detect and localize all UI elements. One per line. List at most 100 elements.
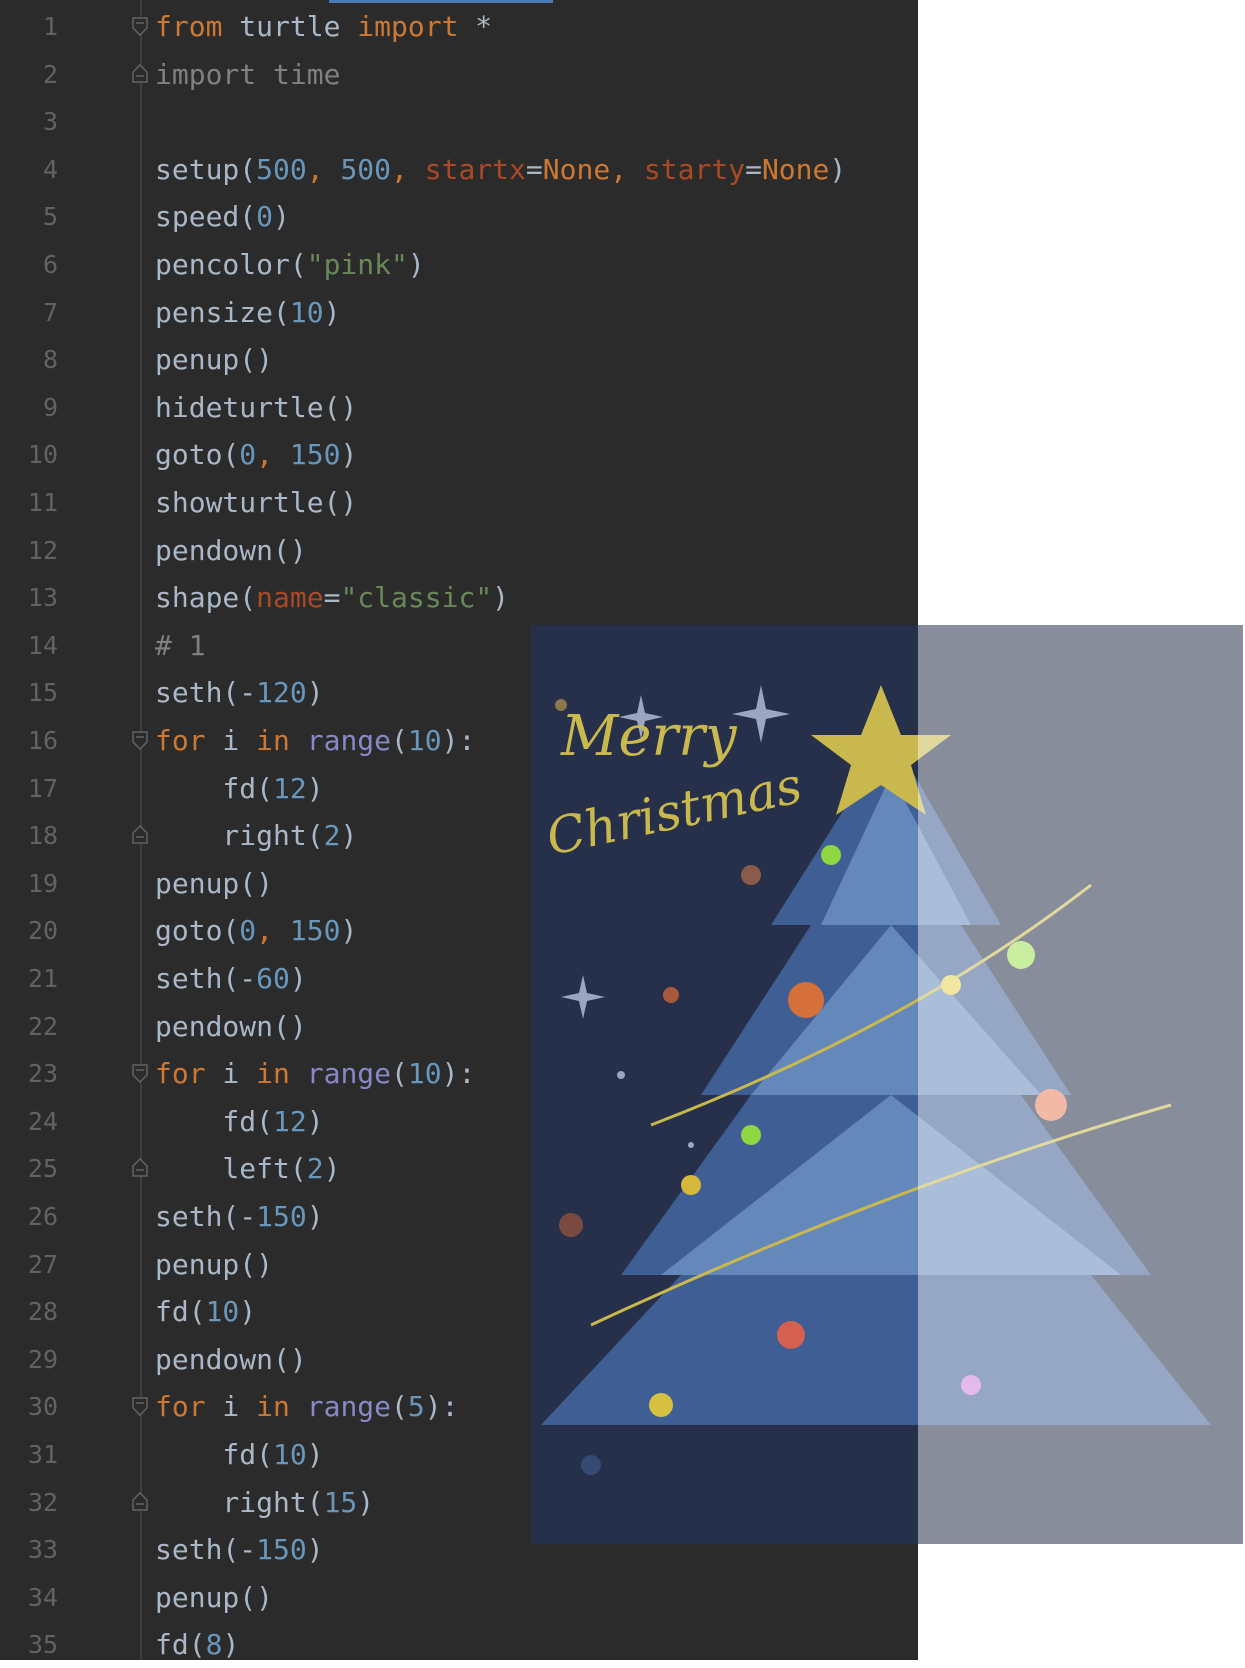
line-number[interactable]: 2: [0, 51, 58, 98]
line-number[interactable]: 11: [0, 479, 58, 526]
code-token: ): [323, 295, 341, 329]
code-text[interactable]: import time: [155, 51, 340, 98]
line-number[interactable]: 33: [0, 1526, 58, 1573]
code-text[interactable]: showturtle(): [155, 479, 357, 526]
code-text[interactable]: fd(12): [155, 765, 323, 812]
code-text[interactable]: fd(8): [155, 1621, 239, 1668]
code-text[interactable]: pensize(10): [155, 289, 340, 336]
line-number[interactable]: 29: [0, 1336, 58, 1383]
code-line[interactable]: 13 shape(name="classic"): [0, 574, 918, 621]
line-number[interactable]: 27: [0, 1241, 58, 1288]
code-text[interactable]: penup(): [155, 336, 273, 383]
line-number[interactable]: 25: [0, 1145, 58, 1192]
line-number[interactable]: 21: [0, 955, 58, 1002]
line-number[interactable]: 1: [0, 3, 58, 50]
code-text[interactable]: seth(-120): [155, 669, 324, 716]
code-text[interactable]: seth(-150): [155, 1526, 324, 1573]
code-text[interactable]: right(15): [155, 1479, 374, 1526]
code-line[interactable]: 34 penup(): [0, 1574, 918, 1621]
code-line[interactable]: 10 goto(0, 150): [0, 431, 918, 478]
line-number[interactable]: 13: [0, 574, 58, 621]
fold-collapse-icon[interactable]: [131, 16, 149, 36]
fold-end-icon[interactable]: [131, 1491, 149, 1512]
code-line[interactable]: 9 hideturtle(): [0, 384, 918, 431]
line-number[interactable]: 34: [0, 1574, 58, 1621]
line-number[interactable]: 6: [0, 241, 58, 288]
line-number[interactable]: 10: [0, 431, 58, 478]
code-text[interactable]: from turtle import *: [155, 3, 492, 50]
code-token: left(: [155, 1152, 307, 1186]
code-text[interactable]: left(2): [155, 1145, 340, 1192]
code-text[interactable]: speed(0): [155, 193, 290, 240]
code-text[interactable]: pendown(): [155, 1336, 307, 1383]
line-number[interactable]: 22: [0, 1003, 58, 1050]
code-line[interactable]: 3: [0, 98, 918, 145]
line-number[interactable]: 18: [0, 812, 58, 859]
code-text[interactable]: penup(): [155, 1241, 273, 1288]
code-text[interactable]: fd(10): [155, 1288, 256, 1335]
line-number[interactable]: 28: [0, 1288, 58, 1335]
line-number[interactable]: 12: [0, 527, 58, 574]
code-text[interactable]: for i in range(10):: [155, 1050, 475, 1097]
code-token: goto(: [155, 438, 240, 472]
line-number[interactable]: 7: [0, 289, 58, 336]
line-number[interactable]: 4: [0, 146, 58, 193]
code-token: range: [306, 1057, 392, 1091]
code-text[interactable]: for i in range(10):: [155, 717, 475, 764]
fold-end-icon[interactable]: [131, 63, 149, 84]
line-number[interactable]: 3: [0, 98, 58, 145]
code-text[interactable]: pencolor("pink"): [155, 241, 425, 288]
line-number[interactable]: 19: [0, 860, 58, 907]
code-token: (: [391, 1057, 408, 1091]
code-token: fd(: [155, 1438, 274, 1471]
line-number[interactable]: 35: [0, 1621, 58, 1668]
code-text[interactable]: pendown(): [155, 1003, 307, 1050]
code-line[interactable]: 4 setup(500, 500, startx=None, starty=Non…: [0, 146, 918, 193]
code-text[interactable]: # 1: [155, 622, 206, 669]
line-number[interactable]: 14: [0, 622, 58, 669]
code-text[interactable]: goto(0, 150): [155, 907, 357, 954]
code-token: pendown(): [155, 1342, 307, 1376]
code-line[interactable]: 1 from turtle import *: [0, 3, 918, 50]
line-number[interactable]: 23: [0, 1050, 58, 1097]
code-line[interactable]: 12 pendown(): [0, 527, 918, 574]
code-text[interactable]: seth(-60): [155, 955, 307, 1002]
code-text[interactable]: fd(12): [155, 1098, 323, 1145]
code-line[interactable]: 35 fd(8): [0, 1621, 918, 1668]
fold-end-icon[interactable]: [131, 1158, 149, 1178]
code-line[interactable]: 6 pencolor("pink"): [0, 241, 918, 288]
code-text[interactable]: hideturtle(): [155, 384, 357, 431]
line-number[interactable]: 17: [0, 765, 58, 812]
code-text[interactable]: fd(10): [155, 1431, 323, 1478]
code-text[interactable]: goto(0, 150): [155, 431, 357, 478]
line-number[interactable]: 9: [0, 384, 58, 431]
line-number[interactable]: 24: [0, 1098, 58, 1145]
code-text[interactable]: penup(): [155, 1574, 273, 1621]
code-text[interactable]: setup(500, 500, startx=None, starty=None…: [155, 146, 846, 193]
line-number[interactable]: 26: [0, 1193, 58, 1240]
fold-collapse-icon[interactable]: [131, 730, 149, 750]
fold-collapse-icon[interactable]: [131, 1063, 149, 1084]
line-number[interactable]: 5: [0, 193, 58, 240]
code-token: right(: [155, 819, 324, 853]
code-line[interactable]: 2 import time: [0, 51, 918, 98]
code-text[interactable]: pendown(): [155, 527, 307, 574]
line-number[interactable]: 31: [0, 1431, 58, 1478]
line-number[interactable]: 8: [0, 336, 58, 383]
code-line[interactable]: 5 speed(0): [0, 193, 918, 240]
fold-collapse-icon[interactable]: [131, 1396, 149, 1417]
code-text[interactable]: seth(-150): [155, 1193, 324, 1240]
code-text[interactable]: for i in range(5):: [155, 1383, 458, 1430]
code-line[interactable]: 11 showturtle(): [0, 479, 918, 526]
code-text[interactable]: right(2): [155, 812, 357, 859]
line-number[interactable]: 32: [0, 1479, 58, 1526]
code-text[interactable]: shape(name="classic"): [155, 574, 509, 621]
fold-end-icon[interactable]: [131, 825, 149, 845]
line-number[interactable]: 15: [0, 669, 58, 716]
code-text[interactable]: penup(): [155, 860, 273, 907]
line-number[interactable]: 20: [0, 907, 58, 954]
line-number[interactable]: 16: [0, 717, 58, 764]
code-line[interactable]: 8 penup(): [0, 336, 918, 383]
line-number[interactable]: 30: [0, 1383, 58, 1430]
code-line[interactable]: 7 pensize(10): [0, 289, 918, 336]
